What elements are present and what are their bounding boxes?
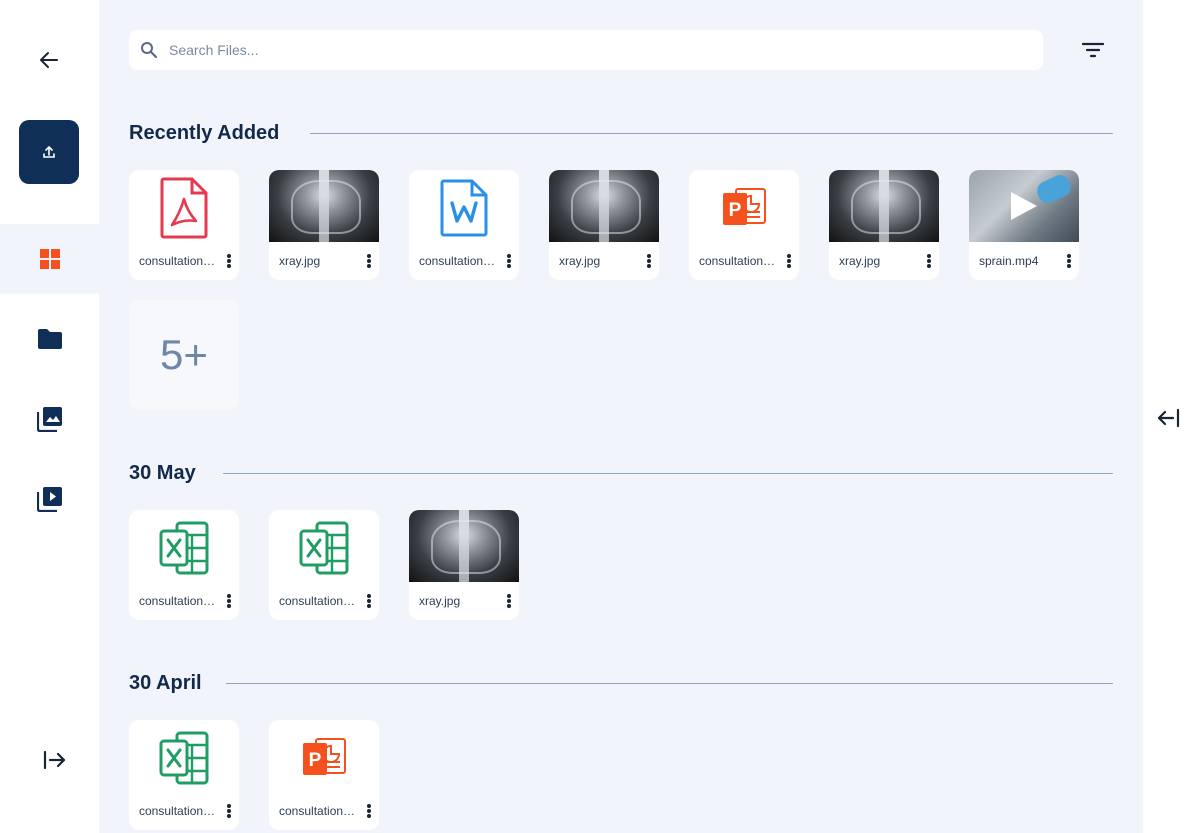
pdf-file-icon [160,177,208,239]
filter-button[interactable] [1081,38,1105,62]
more-options-icon[interactable] [365,252,373,270]
file-card[interactable]: Pconsultation.pptx [269,720,379,830]
word-file-icon [440,179,488,237]
video-library-icon [36,487,62,512]
more-options-icon[interactable] [645,252,653,270]
more-options-icon[interactable] [785,252,793,270]
upload-icon [43,146,55,158]
xray-thumbnail [549,170,659,242]
section-divider [310,133,1113,134]
excel-file-icon [299,521,349,575]
file-name: xray.jpg [839,254,881,268]
search-input[interactable] [169,42,1029,58]
grid-icon [39,249,60,269]
powerpoint-file-icon: P [723,188,766,225]
more-options-icon[interactable] [505,592,513,610]
excel-file-icon [159,521,209,575]
file-thumbnail [829,170,939,242]
nav-folders[interactable] [0,304,99,374]
main-panel: Recently Added consultation.pdf xray.jpg c… [99,0,1143,833]
more-options-icon[interactable] [225,252,233,270]
sidebar [0,0,99,833]
file-name: consultation.pdf [139,254,217,268]
section-title: 30 May [129,462,196,484]
more-options-icon[interactable] [1065,252,1073,270]
file-name: consultation.pptx [699,254,777,268]
file-card[interactable]: xray.jpg [269,170,379,280]
file-name: consultation.docx [419,254,497,268]
excel-file-icon [159,731,209,785]
file-thumbnail: P [689,170,799,242]
file-name: xray.jpg [279,254,321,268]
powerpoint-file-icon: P [303,738,346,775]
section-divider [226,683,1113,684]
file-name: sprain.mp4 [979,254,1039,268]
section-title: Recently Added [129,122,280,144]
nav-dashboard[interactable] [0,224,99,294]
collapse-panel-icon [1157,408,1180,428]
file-name: consultation.xlsx [139,594,217,608]
back-button[interactable] [34,46,64,74]
more-options-icon[interactable] [225,802,233,820]
file-name: xray.jpg [559,254,601,268]
file-thumbnail: P [269,720,379,792]
file-card[interactable]: consultation.pdf [129,170,239,280]
file-name: consultation.pptx [279,804,357,818]
play-icon [1011,192,1037,220]
file-thumbnail [269,510,379,582]
expand-sidebar-button[interactable] [40,746,70,774]
file-name: consultation.xlsx [139,804,217,818]
svg-text:P: P [729,200,742,221]
more-options-icon[interactable] [505,252,513,270]
file-manager-app: Recently Added consultation.pdf xray.jpg c… [0,0,1193,833]
file-card[interactable]: Pconsultation.pptx [689,170,799,280]
search-bar [129,30,1043,70]
file-card[interactable]: xray.jpg [829,170,939,280]
file-card[interactable]: xray.jpg [549,170,659,280]
file-card[interactable]: xray.jpg [409,510,519,620]
more-options-icon[interactable] [365,802,373,820]
file-thumbnail [129,170,239,242]
search-icon [139,40,159,60]
nav-gallery[interactable] [0,384,99,454]
file-card[interactable]: consultation.xlsx [129,510,239,620]
section-title: 30 April [129,672,202,694]
xray-thumbnail [269,170,379,242]
file-thumbnail [409,510,519,582]
arrow-left-icon [40,52,58,68]
upload-button[interactable] [19,120,79,184]
xray-thumbnail [829,170,939,242]
more-options-icon[interactable] [365,592,373,610]
more-options-icon[interactable] [925,252,933,270]
svg-text:P: P [309,750,322,771]
file-card[interactable]: consultation.docx [409,170,519,280]
nav-videos[interactable] [0,464,99,534]
expand-sidebar-icon [43,750,66,770]
file-thumbnail [409,170,519,242]
more-files-button[interactable]: 5+ [129,300,239,410]
file-card[interactable]: consultation.xlsx [129,720,239,830]
section-divider [223,473,1113,474]
more-options-icon[interactable] [225,592,233,610]
xray-thumbnail [409,510,519,582]
file-thumbnail [969,170,1079,242]
file-thumbnail [129,720,239,792]
file-thumbnail [129,510,239,582]
file-thumbnail [549,170,659,242]
collapse-panel-button[interactable] [1155,406,1181,430]
file-name: consultation.xlsx [279,594,357,608]
folder-icon [37,329,62,349]
filter-icon [1082,42,1104,58]
file-name: xray.jpg [419,594,461,608]
file-card[interactable]: sprain.mp4 [969,170,1079,280]
file-thumbnail [269,170,379,242]
file-card[interactable]: consultation.xlsx [269,510,379,620]
video-thumbnail [969,170,1079,242]
image-gallery-icon [36,407,62,432]
